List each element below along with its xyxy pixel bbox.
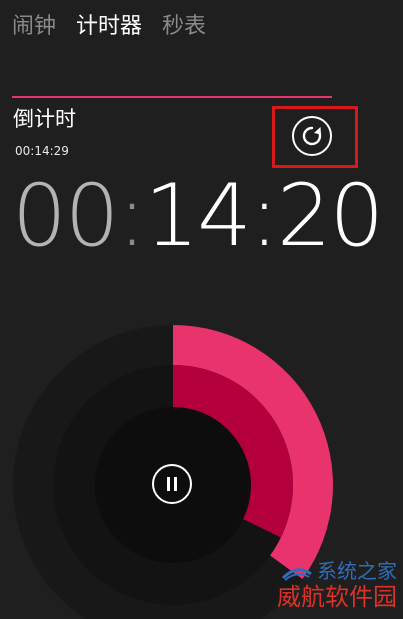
- watermark-logo-icon: [281, 567, 312, 581]
- tab-bar: 闹钟 计时器 秒表: [12, 12, 206, 42]
- tab-alarm[interactable]: 闹钟: [12, 12, 56, 42]
- tab-stopwatch[interactable]: 秒表: [162, 12, 206, 42]
- pause-icon: [165, 477, 179, 491]
- remaining-minutes-seconds: 14:20: [144, 166, 384, 266]
- remaining-hours: 00: [12, 166, 119, 266]
- restart-icon: [302, 126, 322, 146]
- pause-button[interactable]: [152, 464, 192, 504]
- watermark-line2: 威航软件园: [277, 583, 397, 611]
- timer-name: 倒计时: [13, 107, 76, 131]
- watermark: 系统之家 威航软件园: [277, 559, 397, 611]
- remaining-time: 00:14:20: [12, 166, 384, 266]
- watermark-line1: 系统之家: [317, 559, 397, 583]
- reset-button[interactable]: [292, 116, 332, 156]
- timer-divider: [12, 96, 332, 98]
- timer-set-duration: 00:14:29: [15, 144, 69, 158]
- tab-timer[interactable]: 计时器: [76, 12, 142, 42]
